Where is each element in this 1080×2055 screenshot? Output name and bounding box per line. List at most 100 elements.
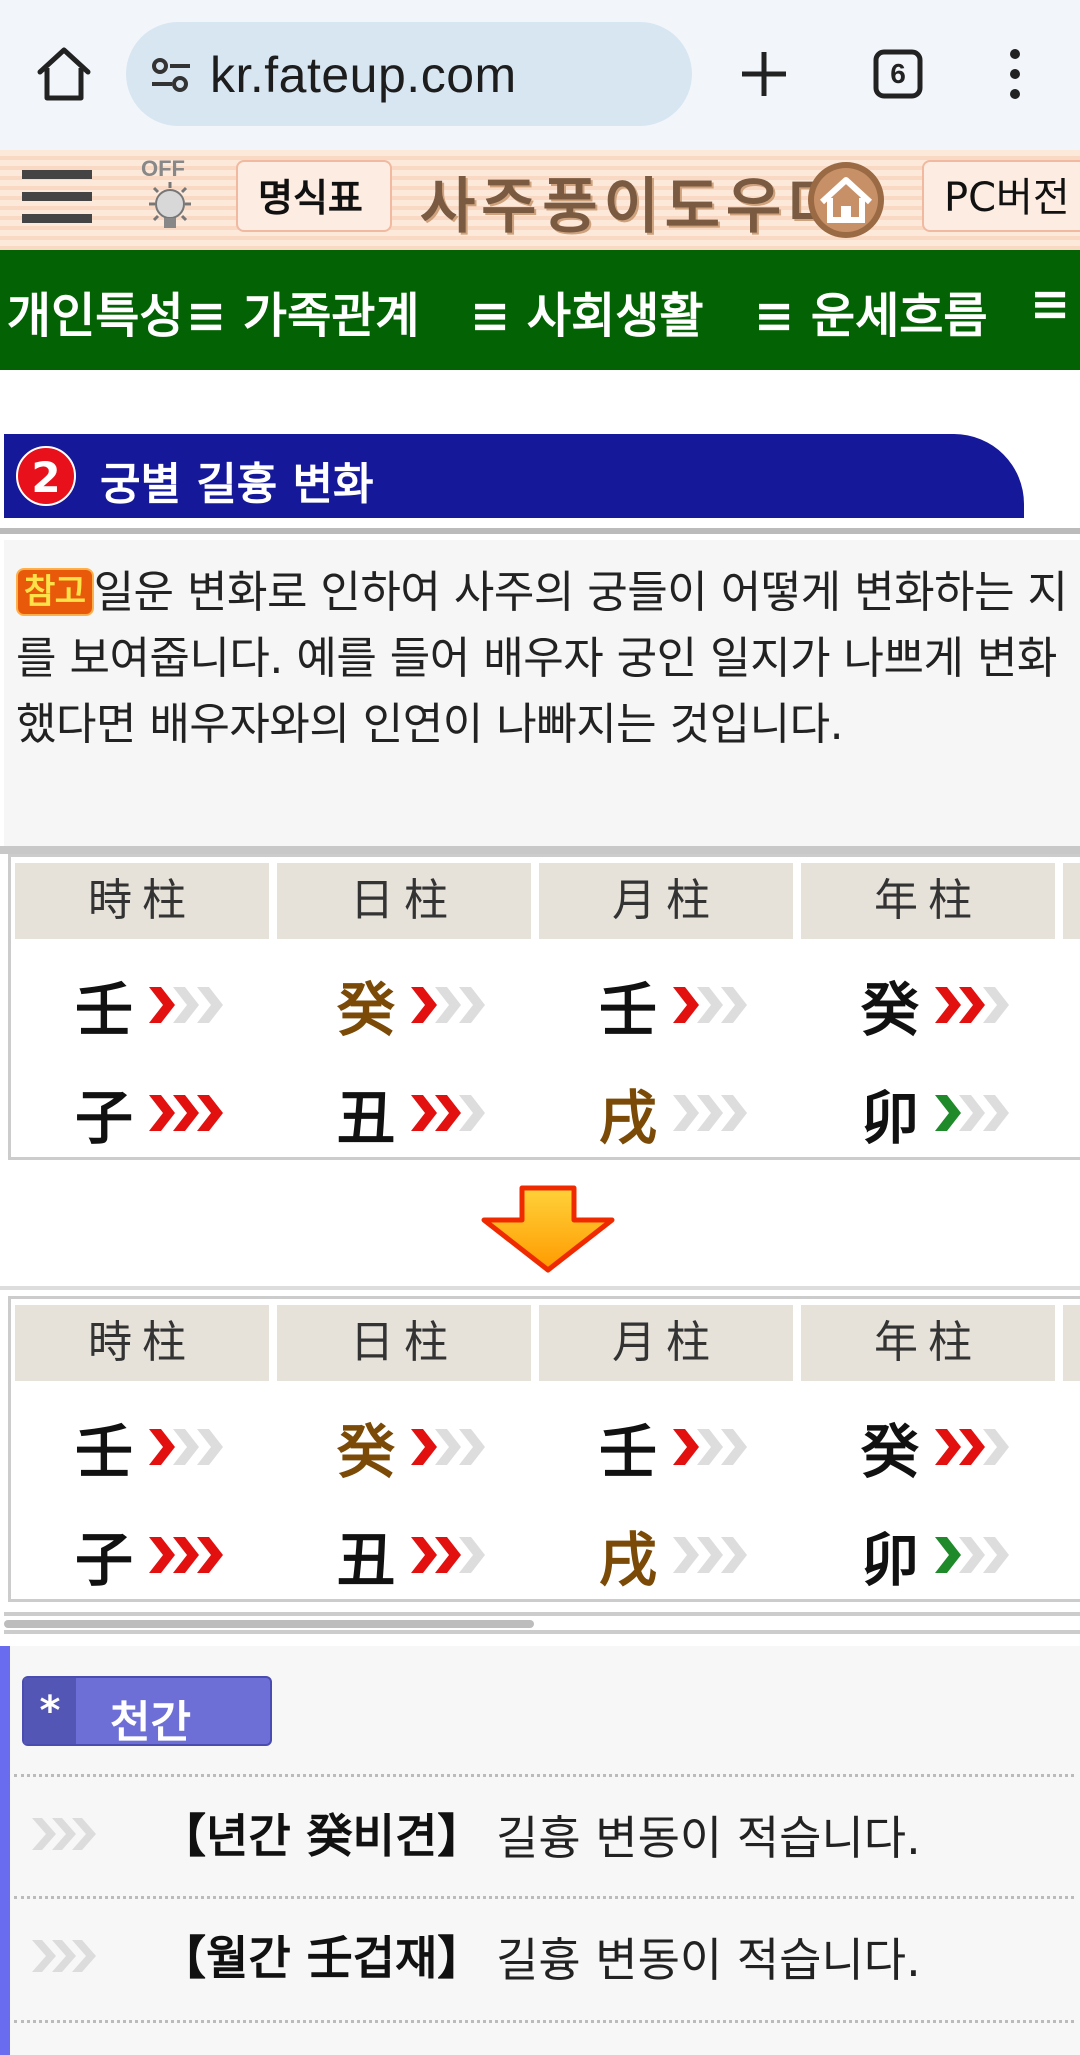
- section-header: 2 궁별 길흉 변화: [4, 434, 1024, 518]
- pillar-header: 年柱: [801, 863, 1055, 939]
- pillar-cell: 子: [15, 1503, 269, 1603]
- pillar-cell: 卯: [801, 1503, 1055, 1603]
- bulb-off-label: OFF: [141, 156, 185, 181]
- pillar-cell: 卯: [801, 1061, 1055, 1161]
- divider: [4, 1612, 1080, 1616]
- pillar-cell: 子: [15, 1061, 269, 1161]
- pillar-cell: 壬: [539, 1395, 793, 1495]
- chevron-icon: [411, 1429, 485, 1465]
- chevron-icon: [673, 1429, 747, 1465]
- browser-toolbar: kr.fateup.com 6: [0, 0, 1080, 151]
- pillar-glyph: 戌: [599, 1084, 658, 1152]
- pillar-glyph: 壬: [75, 976, 134, 1044]
- pillar-glyph: 卯: [861, 1084, 920, 1152]
- pillar-glyph: 癸: [337, 976, 396, 1044]
- nav-personal-traits[interactable]: ≡ 개인특성: [0, 276, 184, 346]
- hamburger-menu-icon[interactable]: [20, 162, 94, 232]
- pillar-glyph: 壬: [75, 1418, 134, 1486]
- pillar-glyph: 壬: [599, 976, 658, 1044]
- chevron-icon: [411, 1537, 485, 1573]
- chevron-icon: [411, 1095, 485, 1131]
- chevron-icon: [149, 1537, 223, 1573]
- pc-version-button[interactable]: PC버전: [922, 160, 1080, 232]
- pillar-glyph: 壬: [599, 1418, 658, 1486]
- pillar-cell: 壬: [539, 953, 793, 1053]
- info-box: 참고 일운 변화로 인하여 사주의 궁들이 어떻게 변화하는 지를 보여줍니다. …: [4, 540, 1080, 846]
- divider: [4, 1630, 1080, 1634]
- pillar-glyph: 戌: [599, 1526, 658, 1594]
- pillar-cell: 丑: [277, 1061, 531, 1161]
- chevron-icon: [673, 1537, 747, 1573]
- pillar-header-partial: [1063, 863, 1080, 939]
- horizontal-scrollbar[interactable]: [4, 1620, 534, 1628]
- address-bar[interactable]: kr.fateup.com: [126, 22, 692, 126]
- pillar-header: 時柱: [15, 1305, 269, 1381]
- pillar-cell: 壬: [15, 953, 269, 1053]
- info-paragraph: 참고 일운 변화로 인하여 사주의 궁들이 어떻게 변화하는 지를 보여줍니다. …: [16, 560, 1076, 758]
- new-tab-icon[interactable]: [730, 40, 798, 108]
- light-toggle[interactable]: OFF: [135, 156, 205, 242]
- pillar-glyph: 卯: [861, 1526, 920, 1594]
- home-logo-icon[interactable]: [806, 160, 886, 240]
- pillar-header: 日柱: [277, 1305, 531, 1381]
- nav-more[interactable]: ≡: [1030, 276, 1070, 332]
- info-text: 일운 변화로 인하여 사주의 궁들이 어떻게 변화하는 지를 보여줍니다. 예를…: [16, 567, 1068, 750]
- heavenly-stems-section: * 천간 【년간 癸비견】 길흉 변동이 적습니다. 【월간 壬겁재】 길흉 변…: [0, 1646, 1080, 2055]
- pillar-cell: 癸: [277, 1395, 531, 1495]
- pillar-glyph: 子: [75, 1526, 134, 1594]
- pillar-glyph: 子: [75, 1084, 134, 1152]
- stem-key: 【월간 壬겁재】: [160, 1931, 484, 1985]
- pillar-cell: 癸: [801, 953, 1055, 1053]
- divider: [0, 846, 1080, 854]
- chevron-icon: [935, 1429, 1009, 1465]
- chevron-icon: [935, 1537, 1009, 1573]
- tab-switcher-button[interactable]: 6: [866, 42, 930, 106]
- chevron-icon: [411, 987, 485, 1023]
- chevron-icon: [149, 1095, 223, 1131]
- stem-message: 길흉 변동이 적습니다.: [496, 1933, 921, 1987]
- pillar-glyph: 癸: [337, 1418, 396, 1486]
- stem-key: 【년간 癸비견】: [160, 1809, 484, 1863]
- more-options-icon[interactable]: [990, 40, 1040, 108]
- category-nav: ≡ 개인특성 ≡ 가족관계 ≡ 사회생활 ≡ 운세흐름 ≡: [0, 250, 1080, 370]
- pillar-glyph: 癸: [861, 976, 920, 1044]
- stems-title: 천간: [110, 1697, 191, 1748]
- pillars-after-table: 時柱 日柱 月柱 年柱壬 癸 壬 癸子 丑 戌 卯: [8, 1296, 1080, 1602]
- pillar-glyph: 丑: [337, 1526, 396, 1594]
- site-logo[interactable]: 사주풍이도우미: [420, 158, 848, 245]
- chevron-icon: [935, 1095, 1009, 1131]
- pillar-header: 月柱: [539, 1305, 793, 1381]
- chevron-icon: [32, 1940, 96, 1972]
- stems-label: * 천간: [22, 1676, 272, 1748]
- pillar-header: 月柱: [539, 863, 793, 939]
- pillar-header: 年柱: [801, 1305, 1055, 1381]
- pillar-header: 日柱: [277, 863, 531, 939]
- home-icon[interactable]: [32, 42, 96, 106]
- list-item: 【년간 癸비견】 길흉 변동이 적습니다.: [10, 1776, 1080, 1896]
- chevron-icon: [935, 987, 1009, 1023]
- pillars-before-table: 時柱 日柱 月柱 年柱壬 癸 壬 癸子 丑 戌 卯: [8, 854, 1080, 1160]
- site-header: OFF 명식표 사주풍이도우미 PC버전: [0, 150, 1080, 252]
- chart-button[interactable]: 명식표: [236, 160, 392, 232]
- nav-family-relations[interactable]: ≡ 가족관계: [186, 276, 420, 346]
- site-settings-icon[interactable]: [148, 52, 194, 98]
- pillar-header: 時柱: [15, 863, 269, 939]
- tab-count: 6: [890, 58, 906, 89]
- section-number-badge: 2: [16, 446, 76, 506]
- divider: [0, 528, 1080, 534]
- chevron-icon: [149, 1429, 223, 1465]
- pillar-cell: 丑: [277, 1503, 531, 1603]
- chevron-icon: [673, 1095, 747, 1131]
- nav-social-life[interactable]: ≡ 사회생활: [470, 276, 704, 346]
- pillar-header-partial: [1063, 1305, 1080, 1381]
- list-item: 【월간 壬겁재】 길흉 변동이 적습니다.: [10, 1898, 1080, 2018]
- pillar-glyph: 丑: [337, 1084, 396, 1152]
- star-icon: *: [24, 1678, 76, 1744]
- nav-fortune-flow[interactable]: ≡ 운세흐름: [754, 276, 988, 346]
- divider: [0, 1286, 1080, 1290]
- chevron-icon: [32, 1818, 96, 1850]
- pillar-glyph: 癸: [861, 1418, 920, 1486]
- reference-badge: 참고: [16, 568, 94, 616]
- dotted-divider: [14, 2020, 1074, 2023]
- url-text: kr.fateup.com: [210, 47, 517, 103]
